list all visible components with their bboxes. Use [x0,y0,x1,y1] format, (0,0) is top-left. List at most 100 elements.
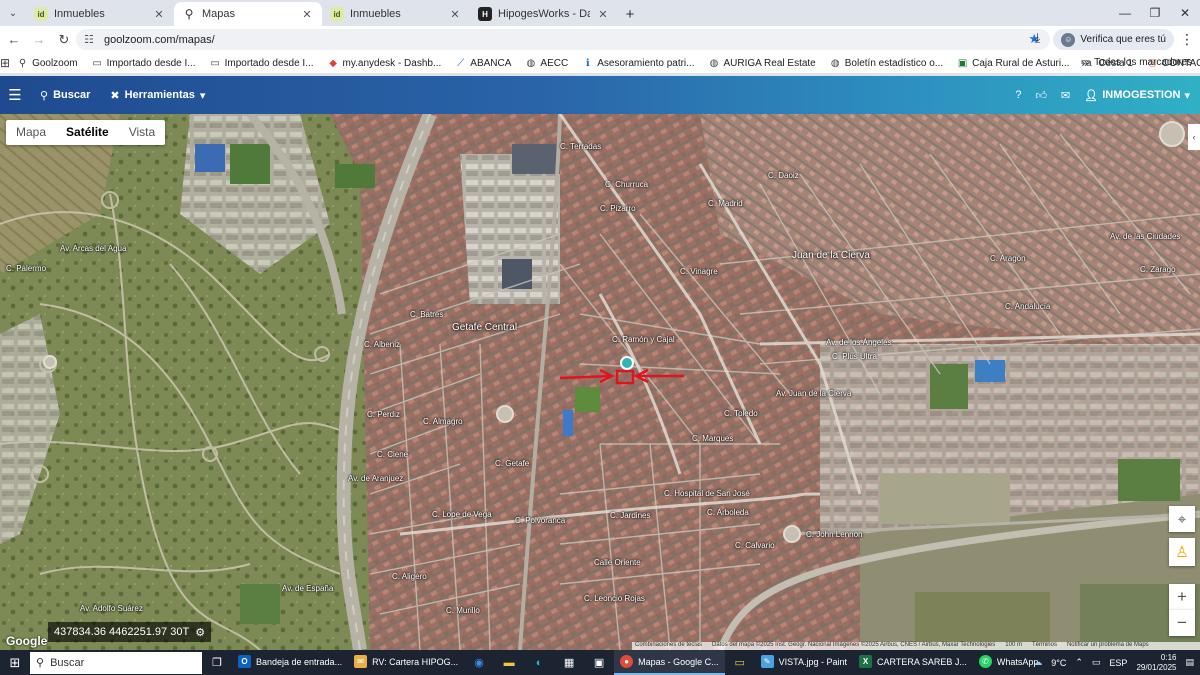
back-icon[interactable]: ← [3,29,25,51]
more-icon[interactable]: ⋮ [1180,31,1194,48]
taskbar-app-paint[interactable]: ✎VISTA.jpg - Paint [755,650,853,675]
user-menu[interactable]: 👤︎INMOGESTION▾ [1084,89,1190,102]
file-explorer-icon[interactable]: ▬ [494,650,524,675]
my-location-button[interactable]: ⌖ [1169,506,1195,532]
bookmark-label: my.anydesk - Dashb... [343,58,442,69]
bookmark-label: Importado desde I... [107,58,196,69]
street-label: Av. Juan de la Cierva [776,389,851,398]
apps-grid-icon[interactable]: ⊞ [0,56,10,70]
edge-blue-icon[interactable]: ◉ [464,650,494,675]
bookmark-item[interactable]: ◍AURIGA Real Estate [701,58,822,69]
chat-icon[interactable]: ✉ [1061,89,1070,102]
zoom-in-button[interactable]: + [1169,584,1195,610]
street-label: C. Daoiz [768,171,799,180]
minimize-icon[interactable]: — [1110,0,1140,26]
taskbar-search[interactable]: ⚲ Buscar [30,652,202,674]
globe-icon: ◍ [525,58,536,69]
map-type-satellite[interactable]: Satélite [56,120,119,145]
map-pin-icon: ⚲ [182,7,196,21]
bookmark-item[interactable]: ▭Importado desde I... [85,58,203,69]
bookmark-item[interactable]: ◆my.anydesk - Dashb... [321,58,449,69]
taskbar-app-mail[interactable]: ✉RV: Cartera HIPOG... [348,650,464,675]
network-icon[interactable]: ▭ [1092,657,1101,668]
forward-icon[interactable]: → [28,29,50,51]
search-label: Buscar [53,89,90,101]
language-indicator[interactable]: ESP [1109,658,1127,668]
address-bar[interactable]: ☷ goolzoom.com/mapas/ ★ [76,29,1050,50]
close-icon[interactable]: ✕ [596,8,610,21]
search-icon: ⚲ [40,89,48,102]
task-view-icon[interactable]: ❐ [202,650,232,675]
browser-tab-1[interactable]: id Inmuebles ✕ [26,2,174,26]
weather-icon[interactable]: ☁ [1033,657,1042,668]
street-view-button[interactable]: ♙ [1169,538,1195,566]
street-label: C. Calvario [735,541,775,550]
profile-button[interactable]: ☺ Verifica que eres tú [1053,29,1174,50]
search-button[interactable]: ⚲ Buscar [40,89,90,102]
bookmark-item[interactable]: ▭Importado desde I... [203,58,321,69]
pegman-icon: ♙ [1175,543,1188,561]
report-problem-link[interactable]: Notificar un problema de Maps [1067,642,1149,650]
bookmark-item[interactable]: ◍AECC [518,58,575,69]
new-tab-button[interactable]: + [618,2,642,26]
satellite-map[interactable]: C. Terradas C. Pizarro C. Churruca C. Da… [0,114,1200,650]
tray-overflow-icon[interactable]: ⌃ [1075,657,1083,668]
site-info-icon[interactable]: ☷ [84,33,98,46]
window-close-icon[interactable]: ✕ [1170,0,1200,26]
bookmark-label: Boletín estadístico o... [845,58,943,69]
bookmark-item[interactable]: ⟋ABANCA [448,58,518,69]
scale-label[interactable]: 100 m [1005,642,1022,650]
window-app-icon[interactable]: ▣ [584,650,614,675]
idealista-icon: id [330,7,344,21]
browser-tab-2[interactable]: ⚲ Mapas ✕ [174,2,322,26]
map-type-mapa[interactable]: Mapa [6,120,56,145]
taskbar-app-chrome[interactable]: ●Mapas - Google C... [614,650,725,675]
side-panel-toggle[interactable]: ‹ [1188,124,1200,150]
street-label: C. Ramón y Cajal [612,335,675,344]
temperature[interactable]: 9°C [1051,658,1066,668]
bookmark-item[interactable]: ℹAsesoramiento patri... [575,58,701,69]
bookmark-label: Goolzoom [32,58,78,69]
bookmark-item[interactable]: ◍Boletín estadístico o... [823,58,950,69]
browser-tab-3[interactable]: id Inmuebles ✕ [322,2,470,26]
street-label: C. Palermo [6,264,46,273]
street-label: C. Albeniz [364,340,400,349]
clock[interactable]: 0:16 29/01/2025 [1136,653,1176,673]
download-icon[interactable]: ⤓ [1027,30,1047,50]
crosshair-icon: ⌖ [1178,511,1186,528]
help-icon[interactable]: ? [1015,89,1021,101]
keyboard-shortcuts-link[interactable]: Combinaciones de teclas [635,642,702,650]
browser-tab-4[interactable]: H HipogesWorks - Datos inmueb ✕ [470,2,618,26]
taskbar-app-outlook[interactable]: OBandeja de entrada... [232,650,348,675]
close-icon[interactable]: ✕ [152,8,166,21]
menu-icon[interactable]: ☰ [0,86,30,104]
navbar-right: ? 👍︎ ✉ 👤︎INMOGESTION▾ [1015,76,1190,114]
terms-link[interactable]: Términos [1032,642,1057,650]
edge-icon[interactable]: ◐ [524,650,554,675]
getafe-central-label[interactable]: Getafe Central [452,322,517,333]
like-icon[interactable]: 👍︎ [1036,89,1048,102]
bookmark-item[interactable]: ▣Caja Rural de Asturi... [950,58,1076,69]
tools-menu[interactable]: ✖Herramientas▾ [110,89,205,102]
whatsapp-icon: ✆ [979,655,992,668]
folder-icon[interactable]: ▭ [725,650,755,675]
maximize-icon[interactable]: ❐ [1140,0,1170,26]
map-type-vista[interactable]: Vista [119,120,165,145]
tab-search-button[interactable]: ⌄ [0,0,26,26]
all-bookmarks-button[interactable]: ▭Todos los marcadores [1081,57,1192,68]
close-icon[interactable]: ✕ [300,8,314,21]
tools-icon: ✖ [110,89,119,102]
abanca-icon: ⟋ [455,58,466,69]
street-label: C. Almagro [423,417,463,426]
taskbar-app-excel[interactable]: XCARTERA SAREB J... [853,650,973,675]
windows-start-icon[interactable]: ⊞ [0,655,30,671]
store-icon[interactable]: ▦ [554,650,584,675]
street-label: C. Jardines [610,511,650,520]
reload-icon[interactable]: ↻ [53,29,75,51]
bookmark-item[interactable]: ⚲Goolzoom [10,58,85,69]
juan-de-la-cierva-label[interactable]: Juan de la Cierva [792,250,870,261]
notifications-icon[interactable]: ▤ [1185,657,1194,668]
zoom-out-button[interactable]: − [1169,610,1195,636]
gear-icon[interactable]: ⚙ [195,626,205,639]
close-icon[interactable]: ✕ [448,8,462,21]
